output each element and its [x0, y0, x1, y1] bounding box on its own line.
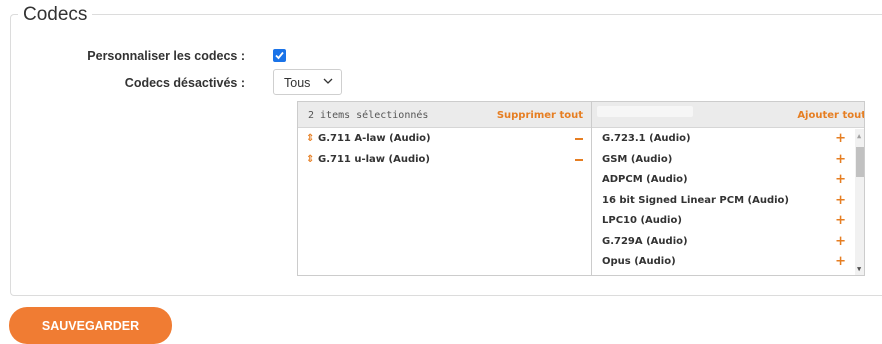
selected-list: ⇕ G.711 A-law (Audio) ⇕ G.711 u-law (Aud… [298, 129, 591, 170]
scroll-down-icon[interactable]: ▼ [857, 265, 861, 273]
customize-codecs-label: Personnaliser les codecs : [87, 49, 245, 63]
available-codecs-panel: Ajouter tout G.723.1 (Audio) + GSM (Audi… [592, 102, 864, 275]
available-item[interactable]: G.729A (Audio) + [592, 232, 864, 253]
selected-item[interactable]: ⇕ G.711 u-law (Audio) [298, 150, 591, 171]
customize-codecs-checkbox[interactable] [273, 49, 286, 62]
add-icon[interactable]: + [835, 173, 846, 186]
selected-header: 2 items sélectionnés Supprimer tout [298, 102, 591, 128]
codec-multiselect: 2 items sélectionnés Supprimer tout ⇕ G.… [297, 101, 865, 276]
chevron-down-icon [323, 78, 333, 84]
selected-codecs-panel: 2 items sélectionnés Supprimer tout ⇕ G.… [298, 102, 592, 275]
drag-handle-icon[interactable]: ⇕ [306, 154, 314, 165]
add-icon[interactable]: + [835, 153, 846, 166]
search-input[interactable] [597, 106, 693, 117]
available-header: Ajouter tout [592, 102, 864, 128]
scrollbar[interactable]: ▲ ▼ [855, 129, 864, 275]
available-item[interactable]: G.723.1 (Audio) + [592, 129, 864, 150]
drag-handle-icon[interactable]: ⇕ [306, 133, 314, 144]
add-icon[interactable]: + [835, 255, 846, 268]
save-button[interactable]: SAUVEGARDER [9, 307, 172, 344]
available-list: G.723.1 (Audio) + GSM (Audio) + ADPCM (A… [592, 129, 864, 273]
remove-all-link[interactable]: Supprimer tout [497, 110, 583, 121]
select-value: Tous [284, 76, 311, 90]
scroll-thumb[interactable] [856, 147, 864, 177]
add-icon[interactable]: + [835, 194, 846, 207]
available-item[interactable]: ADPCM (Audio) + [592, 170, 864, 191]
available-item[interactable]: 16 bit Signed Linear PCM (Audio) + [592, 191, 864, 212]
section-title: Codecs [18, 4, 93, 26]
available-item[interactable]: LPC10 (Audio) + [592, 211, 864, 232]
add-all-link[interactable]: Ajouter tout [797, 110, 864, 121]
scroll-up-icon[interactable]: ▲ [857, 132, 861, 140]
remove-icon[interactable] [575, 158, 583, 161]
add-icon[interactable]: + [835, 214, 846, 227]
available-item[interactable]: Opus (Audio) + [592, 252, 864, 273]
remove-icon[interactable] [575, 138, 583, 140]
available-item[interactable]: GSM (Audio) + [592, 150, 864, 171]
add-icon[interactable]: + [835, 132, 846, 145]
disabled-codecs-select[interactable]: Tous [273, 69, 342, 95]
selected-count: 2 items sélectionnés [308, 110, 429, 121]
add-icon[interactable]: + [835, 235, 846, 248]
selected-item[interactable]: ⇕ G.711 A-law (Audio) [298, 129, 591, 150]
disabled-codecs-label: Codecs désactivés : [124, 76, 245, 90]
checkmark-icon [275, 51, 284, 60]
